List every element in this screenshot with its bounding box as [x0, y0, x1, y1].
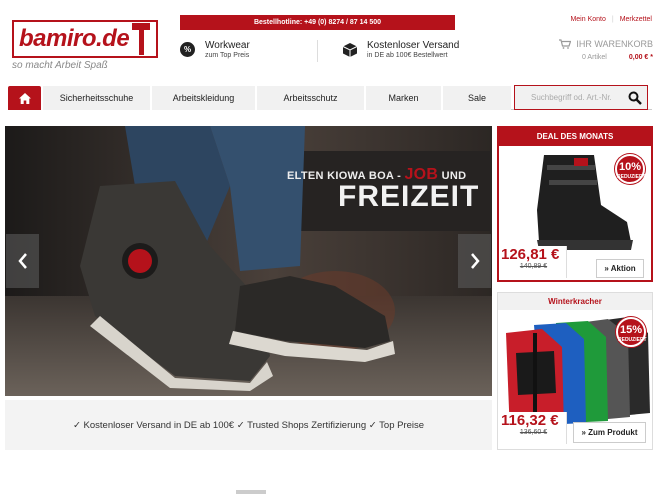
- discount-badge: 10% REDUZIERT: [615, 154, 646, 184]
- tagline: so macht Arbeit Spaß: [12, 60, 108, 71]
- usp-title: Workwear: [205, 40, 250, 51]
- badge-percent: 10%: [618, 161, 642, 173]
- account-link[interactable]: Mein Konto: [570, 16, 605, 23]
- cart-title: IHR WARENKORB: [576, 39, 653, 49]
- deal-price: 126,81 €: [501, 246, 560, 263]
- wishlist-link[interactable]: Merkzettel: [620, 16, 652, 23]
- nav-item-arbeitsschutz[interactable]: Arbeitsschutz: [255, 86, 364, 110]
- deal-price-box: 126,81 € 140,89 €: [501, 246, 567, 278]
- badge-percent: 15%: [619, 324, 643, 336]
- hero-prev-button[interactable]: [6, 234, 39, 288]
- deal-of-month-box[interactable]: DEAL DES MONATS 10% REDUZIERT 126,81 € 1…: [497, 126, 653, 282]
- package-icon: [342, 42, 358, 57]
- winter-price-box: 116,32 € 136,60 €: [501, 412, 567, 444]
- cart-total: 0,00 € *: [628, 54, 653, 61]
- winter-price: 116,32 €: [501, 412, 559, 429]
- home-button[interactable]: [8, 86, 41, 110]
- deal-old-price: 140,89 €: [519, 263, 548, 270]
- hotline-banner: Bestellhotline: +49 (0) 8274 / 87 14 500: [180, 15, 455, 30]
- badge-label: REDUZIERT: [617, 174, 646, 180]
- hero-subheadline: FREIZEIT: [338, 180, 480, 213]
- top-links: Mein Konto | Merkzettel: [570, 16, 652, 23]
- divider: [317, 40, 318, 62]
- nav-item-marken[interactable]: Marken: [364, 86, 441, 110]
- discount-badge: 15% REDUZIERT: [616, 317, 647, 347]
- badge-label: REDUZIERT: [618, 337, 647, 343]
- nav-item-arbeitskleidung[interactable]: Arbeitskleidung: [150, 86, 255, 110]
- deal-title: DEAL DES MONATS: [499, 128, 651, 146]
- usp-sub: in DE ab 100€ Bestellwert: [367, 52, 448, 59]
- chevron-left-icon: [17, 253, 27, 269]
- search-input[interactable]: Suchbegriff od. Art.-Nr.: [514, 85, 648, 110]
- winter-title: Winterkracher: [498, 293, 652, 310]
- cart-icon: [559, 39, 572, 49]
- link-separator: |: [611, 16, 614, 23]
- logo-text: bamiro.de: [19, 25, 130, 52]
- usp-title: Kostenloser Versand: [367, 40, 460, 51]
- hammer-icon: [132, 23, 150, 55]
- cart-title-row: IHR WARENKORB: [559, 39, 653, 49]
- usp-workwear: % Workwear zum Top Preis: [180, 40, 250, 59]
- cart-summary: 0 Artikel 0,00 € *: [559, 54, 653, 61]
- winter-old-price: 136,60 €: [519, 429, 548, 436]
- winter-product-button[interactable]: » Zum Produkt: [573, 422, 646, 443]
- usp-bar: ✓ Kostenloser Versand in DE ab 100€ ✓ Tr…: [5, 400, 492, 450]
- home-icon: [18, 92, 31, 104]
- winter-deal-box[interactable]: Winterkracher 15% REDUZIERT 116,32 € 136…: [497, 292, 653, 450]
- percent-icon: %: [180, 42, 195, 57]
- search-placeholder: Suchbegriff od. Art.-Nr.: [531, 93, 612, 102]
- usp-shipping: Kostenloser Versand in DE ab 100€ Bestel…: [342, 40, 459, 59]
- deal-action-button[interactable]: » Aktion: [596, 259, 644, 278]
- nav-item-sicherheitsschuhe[interactable]: Sicherheitsschuhe: [41, 86, 150, 110]
- logo[interactable]: bamiro.de: [12, 20, 158, 58]
- hero-next-button[interactable]: [458, 234, 491, 288]
- cart-widget[interactable]: IHR WARENKORB 0 Artikel 0,00 € *: [559, 39, 653, 61]
- nav-item-sale[interactable]: Sale: [441, 86, 511, 110]
- search-icon[interactable]: [628, 91, 642, 105]
- cart-items: 0 Artikel: [581, 54, 607, 61]
- chevron-right-icon: [470, 253, 480, 269]
- usp-sub: zum Top Preis: [205, 52, 250, 59]
- scroll-indicator: [236, 490, 266, 494]
